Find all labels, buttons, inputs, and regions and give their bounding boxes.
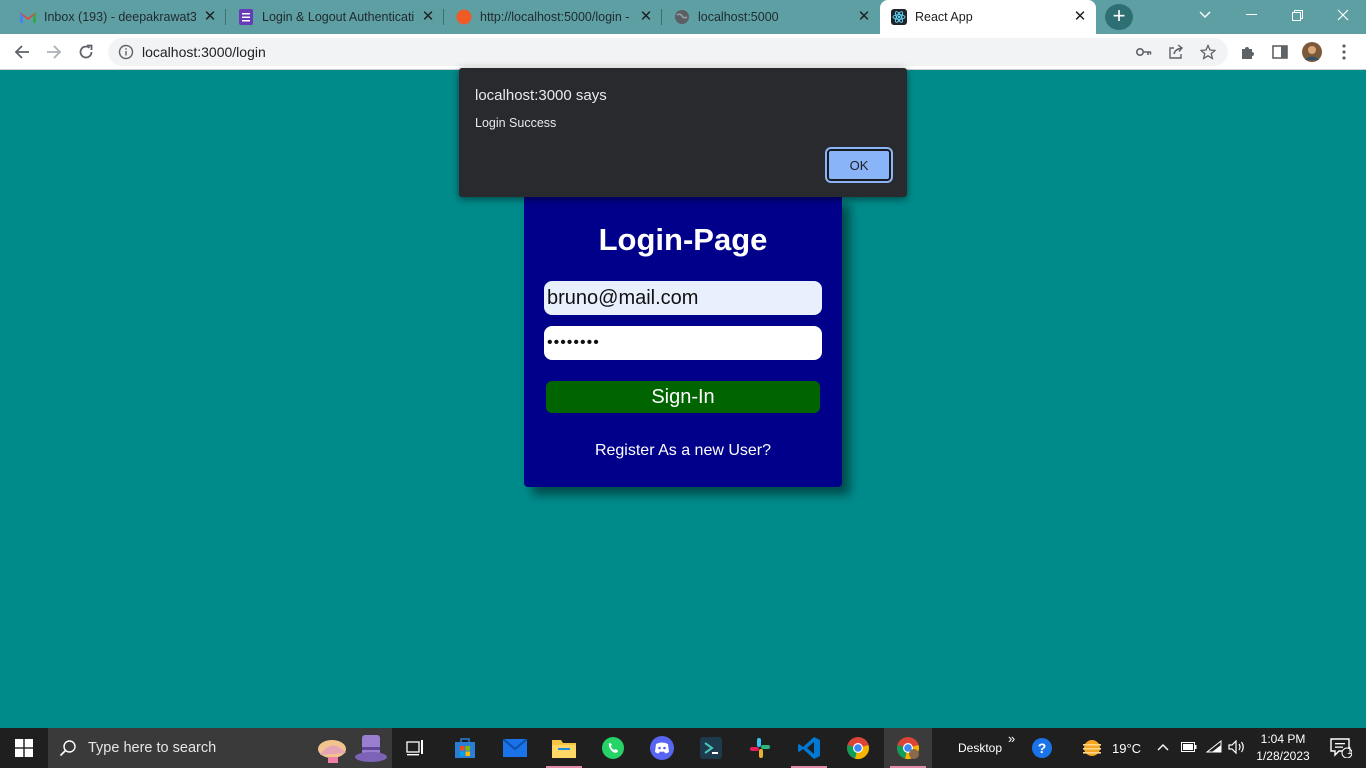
svg-text:?: ? <box>1038 740 1047 756</box>
terminal-app-icon[interactable] <box>687 728 735 768</box>
close-tab-icon[interactable]: ✕ <box>202 9 218 25</box>
system-clock[interactable]: 1:04 PM 1/28/2023 <box>1252 731 1314 765</box>
search-icon <box>48 728 88 768</box>
close-tab-icon[interactable]: ✕ <box>638 9 654 25</box>
new-tab-button[interactable]: + <box>1105 4 1133 30</box>
clock-date: 1/28/2023 <box>1256 749 1310 763</box>
password-field[interactable]: •••••••• <box>544 326 822 360</box>
tab-react-app[interactable]: React App ✕ <box>880 0 1096 34</box>
sign-in-button[interactable]: Sign-In <box>546 381 820 413</box>
gmail-icon <box>20 9 36 25</box>
close-tab-icon[interactable]: ✕ <box>856 9 872 25</box>
whatsapp-icon[interactable] <box>589 728 637 768</box>
chrome-icon[interactable] <box>834 728 882 768</box>
tab-title: Login & Logout Authenticati <box>262 10 414 24</box>
back-arrow-icon[interactable] <box>10 40 34 64</box>
tab-localhost-5000-login[interactable]: http://localhost:5000/login - ✕ <box>444 0 662 34</box>
taskbar-search-box[interactable]: Type here to search <box>48 728 392 768</box>
browser-tab-strip: Inbox (193) - deepakrawat37 ✕ Login & Lo… <box>0 0 1366 34</box>
chrome-profile-icon[interactable] <box>884 728 932 768</box>
volume-icon[interactable] <box>1228 739 1246 757</box>
desktop-toolbar-label[interactable]: Desktop <box>958 741 1002 755</box>
dialog-message: Login Success <box>475 116 557 130</box>
tab-search-chevron-icon[interactable] <box>1182 0 1228 30</box>
close-window-icon[interactable] <box>1320 0 1366 30</box>
reload-icon[interactable] <box>74 40 98 64</box>
tab-gmail-inbox[interactable]: Inbox (193) - deepakrawat37 ✕ <box>0 0 226 34</box>
globe-icon <box>674 9 690 25</box>
postman-icon <box>456 9 472 25</box>
url-text: localhost:3000/login <box>142 44 266 60</box>
tab-google-form[interactable]: Login & Logout Authenticati ✕ <box>226 0 444 34</box>
bookmark-star-icon[interactable] <box>1198 42 1218 62</box>
tab-title: http://localhost:5000/login - <box>480 10 630 24</box>
tab-title: localhost:5000 <box>698 10 779 24</box>
search-highlight-illustration-icon <box>314 731 390 768</box>
close-tab-icon[interactable]: ✕ <box>420 9 436 25</box>
share-icon[interactable] <box>1166 42 1186 62</box>
vscode-icon[interactable] <box>785 728 833 768</box>
wifi-icon[interactable] <box>1205 739 1222 757</box>
windows-start-icon[interactable] <box>0 728 48 768</box>
show-hidden-icons-chevron-icon[interactable] <box>1157 740 1169 754</box>
microsoft-store-icon[interactable] <box>441 728 489 768</box>
task-view-icon[interactable] <box>392 728 440 768</box>
minimize-icon[interactable] <box>1228 0 1274 30</box>
forward-arrow-icon[interactable] <box>42 40 66 64</box>
tab-title: React App <box>915 10 973 24</box>
page-title: Login-Page <box>598 222 768 257</box>
ok-button[interactable]: OK <box>825 147 893 183</box>
tab-localhost-5000[interactable]: localhost:5000 ✕ <box>662 0 880 34</box>
alert-dialog: localhost:3000 says Login Success OK <box>459 68 907 197</box>
dialog-title: localhost:3000 says <box>475 87 607 104</box>
close-tab-icon[interactable]: ✕ <box>1072 9 1088 25</box>
weather-sun-icon[interactable] <box>1068 728 1116 768</box>
toolbar-overflow-chevron-icon[interactable]: » <box>1008 731 1015 746</box>
browser-toolbar: localhost:3000/login <box>0 34 1366 70</box>
help-icon[interactable]: ? <box>1018 728 1066 768</box>
login-card: Login-Page bruno@mail.com •••••••• Sign-… <box>524 196 842 487</box>
search-placeholder: Type here to search <box>88 740 217 756</box>
notification-badge: 1 <box>1347 746 1353 757</box>
discord-icon[interactable] <box>638 728 686 768</box>
key-icon[interactable] <box>1134 42 1154 62</box>
register-link[interactable]: Register As a new User? <box>524 442 842 460</box>
notification-center-icon[interactable]: 1 <box>1318 728 1364 768</box>
address-bar[interactable]: localhost:3000/login <box>108 38 1228 66</box>
email-field[interactable]: bruno@mail.com <box>544 281 822 315</box>
clock-time: 1:04 PM <box>1260 732 1306 746</box>
restore-icon[interactable] <box>1274 0 1320 30</box>
slack-icon[interactable] <box>736 728 784 768</box>
more-menu-icon[interactable] <box>1334 42 1354 62</box>
react-icon <box>891 9 907 25</box>
site-info-icon[interactable] <box>118 44 134 60</box>
tab-title: Inbox (193) - deepakrawat37 <box>44 10 196 24</box>
extensions-puzzle-icon[interactable] <box>1238 42 1258 62</box>
weather-temperature[interactable]: 19°C <box>1112 741 1141 756</box>
file-explorer-icon[interactable] <box>540 728 588 768</box>
mail-icon[interactable] <box>491 728 539 768</box>
windows-taskbar: Type here to search Desktop » ? 19°C 1:0… <box>0 728 1366 768</box>
battery-icon[interactable] <box>1181 741 1197 755</box>
side-panel-icon[interactable] <box>1270 42 1290 62</box>
profile-avatar[interactable] <box>1302 42 1322 62</box>
forms-icon <box>238 9 254 25</box>
